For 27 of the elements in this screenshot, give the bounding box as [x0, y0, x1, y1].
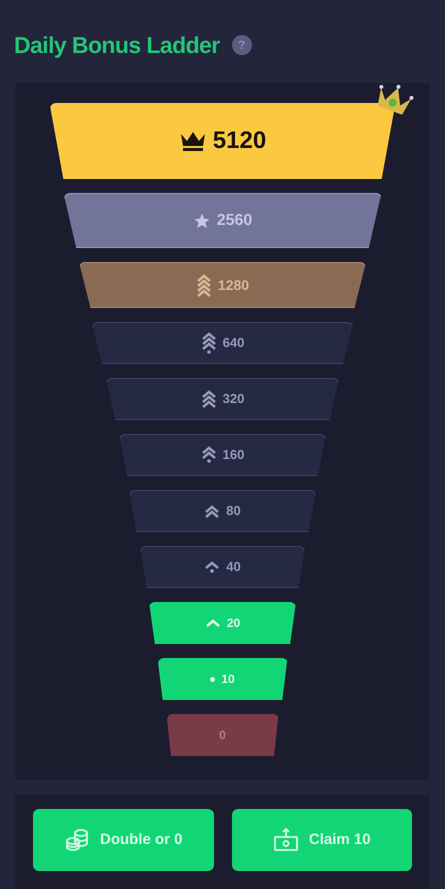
chevrons-icon [204, 619, 221, 627]
ladder-rung: 160 [119, 434, 326, 476]
page-title: Daily Bonus Ladder [14, 30, 220, 60]
chevrons-icon [204, 560, 220, 574]
ladder-rung: 40 [140, 546, 305, 588]
action-button[interactable]: Double or 0 [33, 809, 214, 871]
dot-icon [210, 676, 216, 682]
ladder-rung: 10 [158, 658, 288, 700]
help-icon[interactable]: ? [232, 35, 252, 55]
ladder-rung: 320 [106, 378, 339, 420]
action-button[interactable]: Claim 10 [232, 809, 412, 871]
chevrons-icon [204, 504, 220, 518]
crown-icon [178, 130, 207, 152]
ladder-rung: 1280 [79, 262, 366, 308]
ladder-rung: 20 [149, 602, 296, 644]
coins-icon [64, 828, 90, 852]
chevrons-icon [196, 274, 212, 296]
ladder-rung: 640 [92, 322, 354, 364]
ladder-rung: 0 [166, 714, 278, 756]
ladder-rung: 5120 [50, 103, 396, 179]
cash-icon [272, 828, 299, 852]
chevrons-icon [200, 332, 217, 354]
ladder-rung: 2560 [64, 193, 382, 248]
ladder-rung: 80 [129, 490, 316, 532]
chevrons-icon [200, 390, 217, 408]
chevrons-icon [200, 446, 217, 464]
star-icon [192, 212, 211, 230]
